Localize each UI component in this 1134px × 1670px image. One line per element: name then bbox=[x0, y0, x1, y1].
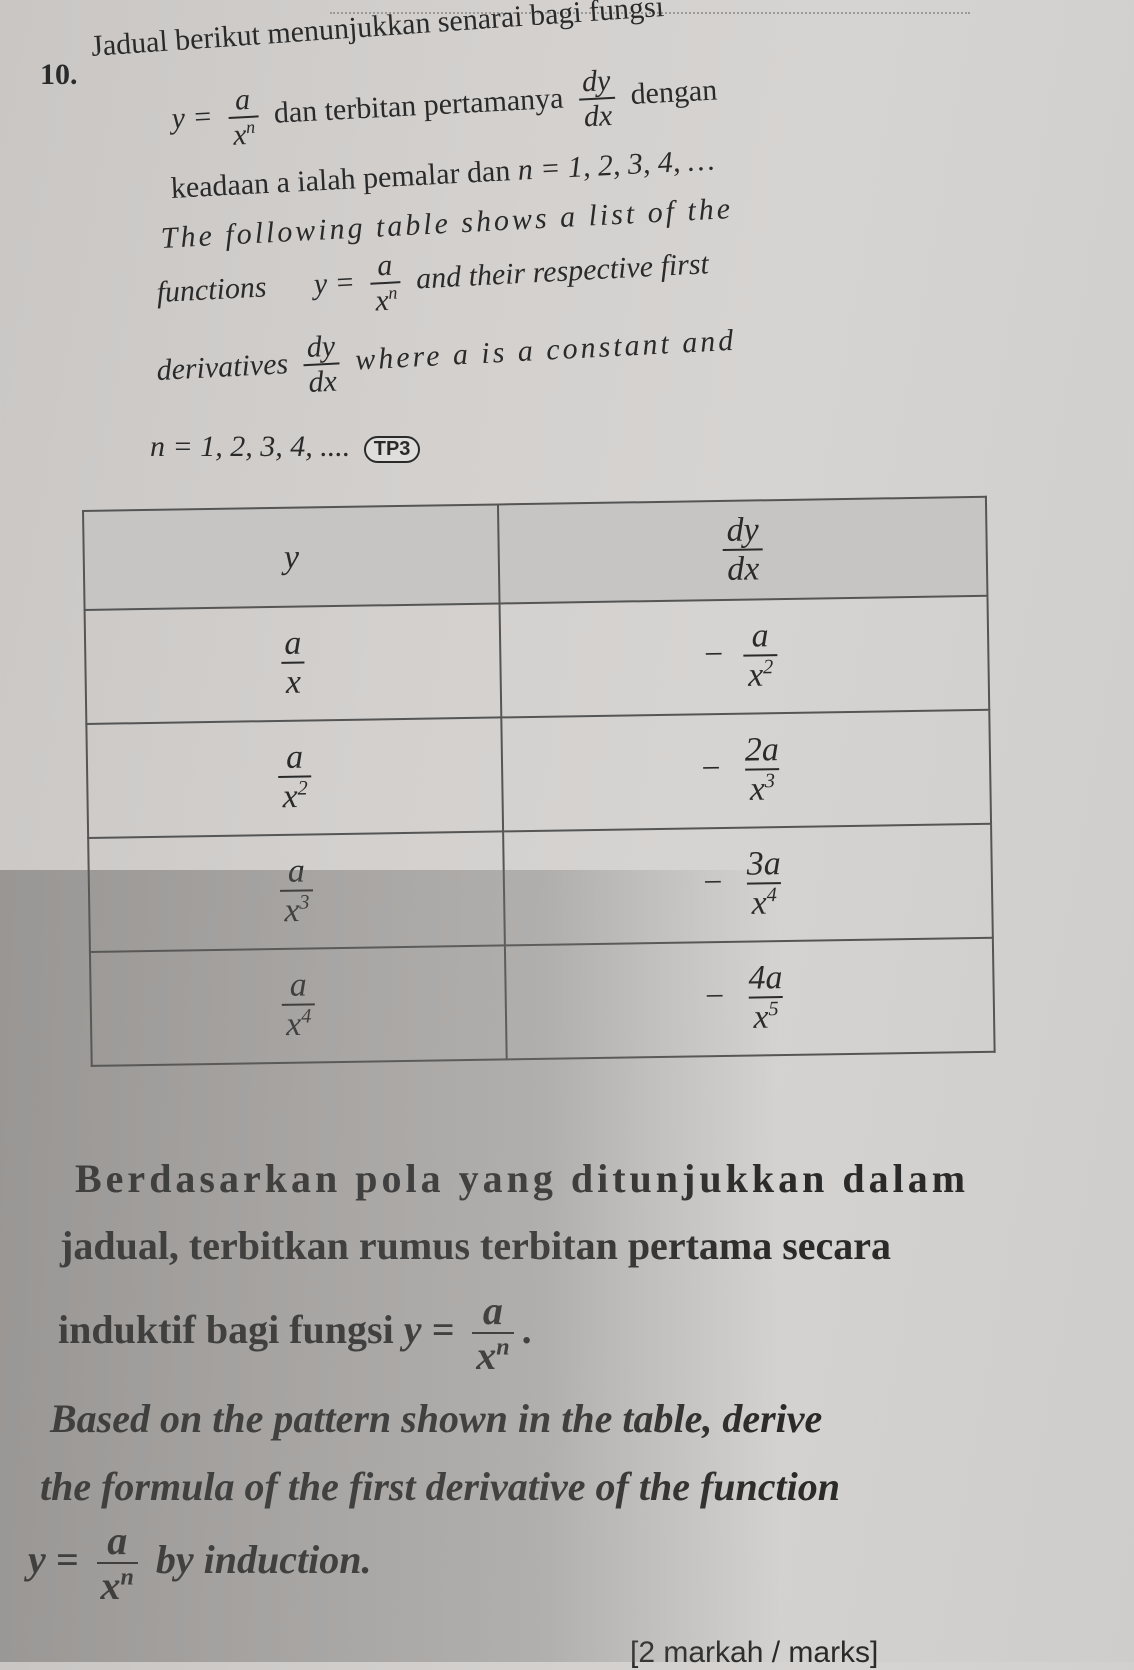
english-task-line2: the formula of the first derivative of t… bbox=[40, 1464, 840, 1509]
fraction-denominator: xn bbox=[472, 1332, 514, 1378]
malay-intro-line2: y = a xn dan terbitan pertamanya dy dx d… bbox=[170, 59, 719, 154]
functions-text: functions bbox=[155, 270, 268, 310]
period: . bbox=[521, 1307, 532, 1353]
cell-dydx: − 4a x5 bbox=[505, 937, 995, 1060]
fraction-numerator: dy bbox=[305, 329, 336, 365]
fraction-derivative: a x2 bbox=[743, 617, 778, 695]
fraction-denominator: xn bbox=[370, 280, 403, 318]
fraction-denominator: xn bbox=[96, 1562, 138, 1608]
fraction-denominator: x2 bbox=[743, 654, 778, 695]
fraction-numerator: 2a bbox=[744, 731, 780, 769]
fraction-dy-dx: dy dx bbox=[577, 63, 617, 134]
y-equals: y = bbox=[170, 99, 214, 136]
malay-task-text: induktif bagi fungsi bbox=[58, 1307, 394, 1353]
fraction-numerator: dy bbox=[726, 511, 759, 549]
fraction-denominator: x3 bbox=[745, 768, 780, 809]
fraction-denominator: x3 bbox=[280, 889, 314, 930]
minus-sign: − bbox=[704, 977, 725, 1016]
malay-constant-text: keadaan a ialah pemalar dan bbox=[170, 154, 512, 205]
malay-task-line3: induktif bagi fungsi y = a xn . bbox=[58, 1290, 532, 1378]
fraction-denominator: xn bbox=[228, 114, 261, 152]
dengan-text: dengan bbox=[629, 73, 718, 112]
table-row: a x3 − 3a x4 bbox=[88, 823, 993, 952]
table-row: a x − a x2 bbox=[84, 595, 990, 724]
fraction-a-over-xn: a xn bbox=[96, 1518, 138, 1608]
fraction-denominator: dx bbox=[303, 361, 342, 399]
cell-y: a x bbox=[84, 603, 502, 724]
minus-sign: − bbox=[703, 635, 724, 674]
y-equals: y = bbox=[313, 265, 356, 301]
fraction-denominator: x bbox=[281, 661, 306, 702]
fraction-denominator: dx bbox=[722, 547, 764, 588]
header-y: y bbox=[83, 504, 500, 610]
fraction-numerator: dy bbox=[581, 63, 612, 99]
derivatives-text: derivatives bbox=[155, 347, 289, 388]
fraction-numerator: a bbox=[376, 248, 394, 283]
y-equals: y = bbox=[28, 1537, 79, 1583]
fraction-a-over-xn: a xn bbox=[472, 1288, 514, 1378]
by-induction-text: by induction. bbox=[155, 1537, 372, 1583]
malay-intro-line1: Jadual berikut menunjukkan senarai bagi … bbox=[90, 0, 665, 63]
fraction-a-over-xn: a xn bbox=[369, 248, 403, 318]
marks-label: [2 markah / marks] bbox=[630, 1636, 879, 1669]
table-row: a x4 − 4a x5 bbox=[89, 937, 995, 1066]
fraction-numerator: 3a bbox=[746, 845, 781, 883]
n-values: n = 1, 2, 3, 4, .... bbox=[150, 430, 351, 463]
cell-y: a x2 bbox=[86, 717, 504, 838]
fraction-numerator: a bbox=[234, 82, 251, 117]
english-line2-tail: and their respective first bbox=[415, 247, 710, 296]
fraction-a-over-xn: a xn bbox=[226, 82, 261, 152]
fraction-derivative: 3a x4 bbox=[742, 845, 785, 923]
fraction-derivative: 4a x5 bbox=[744, 959, 787, 1037]
cell-y: a x4 bbox=[89, 945, 508, 1066]
english-task-line3: y = a xn by induction. bbox=[28, 1520, 372, 1608]
fraction-numerator: a bbox=[287, 852, 306, 891]
header-dydx: dy dx bbox=[498, 496, 988, 604]
fraction-y: a x4 bbox=[281, 966, 316, 1044]
malay-mid-text: dan terbitan pertamanya bbox=[272, 81, 565, 130]
fraction-denominator: x5 bbox=[749, 996, 784, 1037]
fraction-y: a x bbox=[280, 625, 306, 702]
fraction-numerator: a bbox=[289, 966, 307, 1005]
cell-dydx: − 2a x3 bbox=[501, 709, 992, 832]
question-number: 10. bbox=[40, 58, 78, 91]
fraction-denominator: dx bbox=[578, 96, 617, 134]
fraction-y: a x2 bbox=[278, 738, 313, 816]
fraction-numerator: a bbox=[107, 1518, 128, 1563]
english-task-line1: Based on the pattern shown in the table,… bbox=[50, 1396, 823, 1441]
fraction-denominator: x4 bbox=[747, 882, 782, 923]
fraction-numerator: 4a bbox=[748, 959, 783, 997]
fraction-numerator: a bbox=[482, 1288, 503, 1333]
y-equals: y = bbox=[403, 1307, 455, 1353]
tp3-badge: TP3 bbox=[363, 435, 421, 463]
fraction-derivative: 2a x3 bbox=[741, 731, 784, 809]
english-intro-line4: n = 1, 2, 3, 4, .... TP3 bbox=[150, 430, 421, 464]
fraction-y: a x3 bbox=[279, 852, 314, 930]
cell-dydx: − 3a x4 bbox=[503, 823, 993, 946]
fraction-numerator: a bbox=[284, 625, 302, 663]
cell-dydx: − a x2 bbox=[499, 595, 990, 718]
english-intro-line3: derivatives dy dx where a is a constant … bbox=[155, 310, 738, 407]
fraction-denominator: x4 bbox=[281, 1003, 316, 1044]
cell-y: a x3 bbox=[88, 831, 506, 952]
malay-task-line1: Berdasarkan pola yang ditunjukkan dalam bbox=[75, 1156, 970, 1201]
fraction-denominator: x2 bbox=[278, 775, 313, 816]
n-values: n = 1, 2, 3, 4, … bbox=[516, 143, 716, 187]
english-line3-tail: where a is a constant and bbox=[354, 323, 737, 377]
minus-sign: − bbox=[701, 749, 721, 788]
fraction-dy-dx: dy dx bbox=[302, 329, 342, 399]
fraction-numerator: a bbox=[751, 617, 769, 655]
derivatives-table: y dy dx a x − a x2 a x2 − 2a x3 a x3 − 3… bbox=[82, 496, 996, 1067]
malay-task-line2: jadual, terbitkan rumus terbitan pertama… bbox=[60, 1223, 892, 1268]
table-row: a x2 − 2a x3 bbox=[86, 709, 992, 838]
table-header-row: y dy dx bbox=[83, 496, 988, 610]
minus-sign: − bbox=[702, 863, 723, 902]
fraction-numerator: a bbox=[285, 738, 304, 777]
